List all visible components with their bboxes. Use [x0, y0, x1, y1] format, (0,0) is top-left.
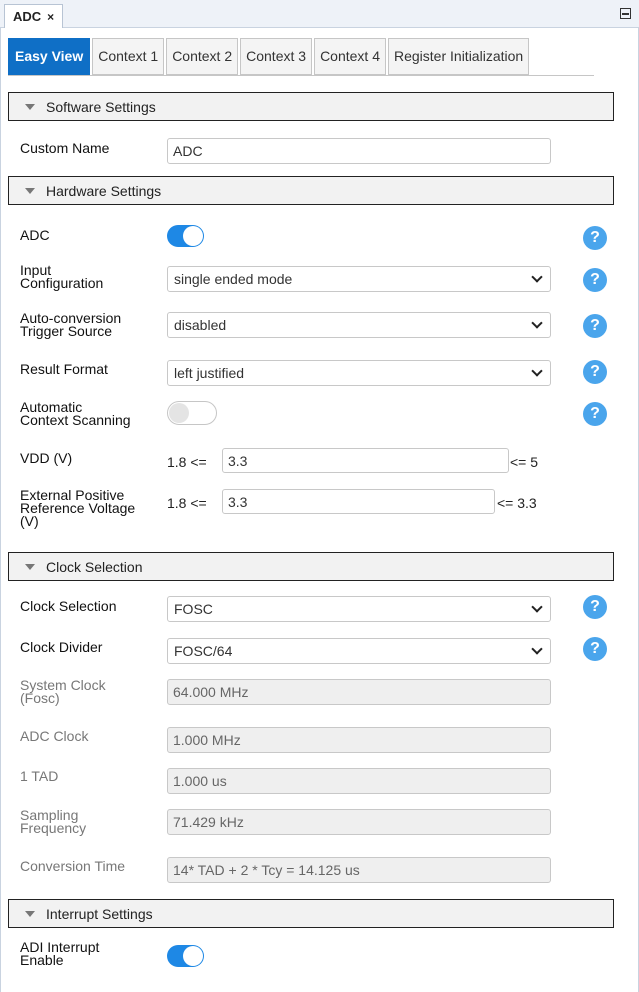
section-hardware-settings[interactable]: Hardware Settings — [8, 176, 614, 205]
reference-voltage-max-text: <= 3.3 — [497, 495, 537, 511]
help-icon[interactable]: ? — [583, 402, 607, 426]
select-value: single ended mode — [174, 271, 293, 287]
tab-context-1[interactable]: Context 1 — [92, 38, 165, 75]
adc-label: ADC — [20, 227, 50, 243]
chevron-down-icon — [531, 601, 543, 613]
clock-selection-select[interactable]: FOSC — [167, 596, 551, 622]
tad-label: 1 TAD — [20, 768, 59, 784]
input-configuration-select[interactable]: single ended mode — [167, 266, 551, 292]
document-tab-bar: ADC × — [0, 0, 639, 28]
reference-voltage-label: External Positive Reference Voltage (V) — [20, 488, 135, 529]
select-value: disabled — [174, 317, 227, 333]
collapse-caret-icon — [25, 563, 35, 570]
help-icon[interactable]: ? — [583, 360, 607, 384]
reference-voltage-min-text: 1.8 <= — [167, 495, 207, 511]
trigger-source-label: Auto-conversion Trigger Source — [20, 311, 121, 339]
section-title: Clock Selection — [46, 558, 143, 575]
clock-selection-label: Clock Selection — [20, 598, 117, 614]
reference-voltage-input[interactable]: 3.3 — [222, 489, 495, 514]
chevron-down-icon — [531, 271, 543, 283]
system-clock-label: System Clock (Fosc) — [20, 678, 106, 706]
toggle-knob — [183, 946, 203, 966]
vdd-min-text: 1.8 <= — [167, 454, 207, 470]
help-icon[interactable]: ? — [583, 268, 607, 292]
chevron-down-icon — [531, 365, 543, 377]
clock-divider-label: Clock Divider — [20, 639, 103, 655]
section-title: Interrupt Settings — [46, 905, 153, 922]
conversion-time-label: Conversion Time — [20, 858, 126, 874]
sampling-frequency-value: 71.429 kHz — [167, 809, 551, 835]
label-line: (V) — [20, 513, 39, 529]
label-line: (Fosc) — [20, 690, 60, 706]
help-icon[interactable]: ? — [583, 595, 607, 619]
tab-context-4[interactable]: Context 4 — [314, 38, 386, 75]
view-tabs: Easy View Context 1 Context 2 Context 3 … — [8, 38, 530, 75]
section-title: Hardware Settings — [46, 182, 162, 199]
tab-easy-view[interactable]: Easy View — [8, 38, 91, 75]
collapse-caret-icon — [25, 187, 35, 194]
vdd-label: VDD (V) — [20, 450, 73, 466]
clock-divider-select[interactable]: FOSC/64 — [167, 638, 551, 664]
result-format-label: Result Format — [20, 361, 108, 377]
document-tab-title: ADC — [13, 8, 42, 24]
label-line: Trigger Source — [20, 323, 113, 339]
vdd-max-text: <= 5 — [510, 454, 539, 470]
tab-context-3[interactable]: Context 3 — [240, 38, 313, 75]
section-clock-selection[interactable]: Clock Selection — [8, 552, 614, 581]
custom-name-label: Custom Name — [20, 140, 110, 156]
adc-enable-toggle[interactable] — [167, 225, 204, 247]
custom-name-input[interactable]: ADC — [167, 138, 551, 164]
adi-interrupt-label: ADI Interrupt Enable — [20, 940, 99, 968]
chevron-down-icon — [531, 643, 543, 655]
label-line: Configuration — [20, 275, 104, 291]
trigger-source-select[interactable]: disabled — [167, 312, 551, 338]
auto-context-scanning-label: Automatic Context Scanning — [20, 400, 131, 428]
sampling-frequency-label: Sampling Frequency — [20, 808, 87, 836]
select-value: left justified — [174, 365, 245, 381]
collapse-caret-icon — [25, 103, 35, 110]
adc-clock-label: ADC Clock — [20, 728, 89, 744]
toggle-knob — [169, 403, 189, 423]
section-software-settings[interactable]: Software Settings — [8, 92, 614, 121]
auto-context-scanning-toggle[interactable] — [167, 401, 217, 425]
vdd-input[interactable]: 3.3 — [222, 448, 509, 473]
adc-clock-value: 1.000 MHz — [167, 727, 551, 753]
result-format-select[interactable]: left justified — [167, 360, 551, 386]
conversion-time-value: 14* TAD + 2 * Tcy = 14.125 us — [167, 857, 551, 883]
toggle-knob — [183, 226, 203, 246]
adi-interrupt-toggle[interactable] — [167, 945, 204, 967]
tab-context-2[interactable]: Context 2 — [166, 38, 239, 75]
help-icon[interactable]: ? — [583, 637, 607, 661]
help-icon[interactable]: ? — [583, 226, 607, 250]
tab-register-initialization[interactable]: Register Initialization — [388, 38, 530, 75]
tad-value: 1.000 us — [167, 768, 551, 794]
system-clock-value: 64.000 MHz — [167, 679, 551, 705]
label-line: Context Scanning — [20, 412, 131, 428]
collapse-caret-icon — [25, 910, 35, 917]
adc-configuration-panel: Easy View Context 1 Context 2 Context 3 … — [0, 28, 639, 992]
select-value: FOSC — [174, 601, 213, 617]
label-line: Frequency — [20, 820, 87, 836]
section-interrupt-settings[interactable]: Interrupt Settings — [8, 899, 614, 928]
help-icon[interactable]: ? — [583, 314, 607, 338]
minimize-icon[interactable] — [620, 8, 631, 19]
document-tab-adc[interactable]: ADC × — [4, 4, 64, 28]
label-line: Enable — [20, 952, 64, 968]
select-value: FOSC/64 — [174, 643, 233, 659]
close-icon[interactable]: × — [47, 6, 54, 28]
input-configuration-label: Input Configuration — [20, 263, 104, 291]
section-title: Software Settings — [46, 98, 156, 115]
chevron-down-icon — [531, 317, 543, 329]
tab-divider — [8, 75, 594, 76]
